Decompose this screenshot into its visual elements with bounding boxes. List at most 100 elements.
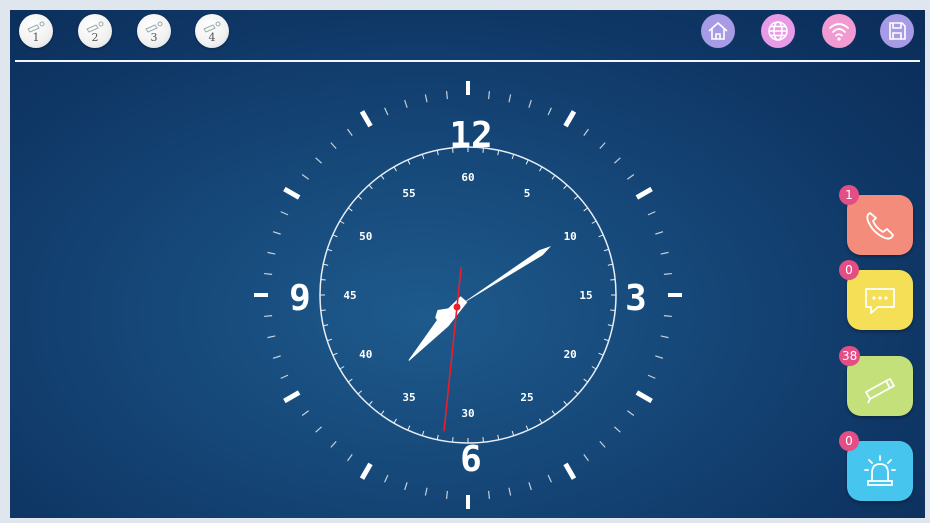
minute-tick xyxy=(547,474,552,483)
message-icon xyxy=(865,288,895,314)
inner-ring-tick xyxy=(573,390,579,395)
minute-tick xyxy=(663,314,672,318)
minute-tick xyxy=(663,272,672,276)
minute-label: 40 xyxy=(359,348,372,361)
minute-tick xyxy=(655,355,664,359)
minute-tick xyxy=(583,128,589,136)
minute-tick xyxy=(347,454,353,462)
minute-tick xyxy=(528,99,532,108)
minute-tick xyxy=(445,91,449,100)
analog-clock: 60 5 10 15 20 25 30 35 40 45 50 55 12 3 6 9 xyxy=(254,81,682,509)
minute-tick xyxy=(599,440,606,448)
camera-icon xyxy=(865,378,895,404)
minute-tick xyxy=(280,374,289,379)
message-count-badge: 0 xyxy=(839,260,859,280)
minute-labels: 60 5 10 15 20 25 30 35 40 45 50 55 xyxy=(343,171,592,420)
inner-ring-tick xyxy=(497,434,500,440)
inner-ring-tick xyxy=(551,174,556,180)
hour-label-6: 6 xyxy=(460,439,482,480)
minute-tick xyxy=(330,142,337,150)
inner-ring-tick xyxy=(591,366,597,370)
hour-label-12: 12 xyxy=(449,115,492,156)
minute-tick xyxy=(404,482,408,491)
minute-tick xyxy=(647,374,656,379)
inner-ring-tick xyxy=(436,434,439,440)
minute-tick xyxy=(613,426,621,433)
minute-tick xyxy=(272,231,281,235)
minute-label: 25 xyxy=(520,391,533,404)
minute-tick xyxy=(599,142,606,150)
minute-tick xyxy=(613,157,621,164)
minute-tick xyxy=(487,91,491,100)
inner-ring-tick xyxy=(598,352,604,356)
inner-ring-tick xyxy=(551,410,556,416)
minute-tick xyxy=(424,94,428,103)
minute-tick xyxy=(445,490,449,499)
minute-tick xyxy=(301,174,309,180)
minute-tick xyxy=(404,99,408,108)
minute-tick xyxy=(315,157,323,164)
message-button[interactable]: 0 xyxy=(839,260,913,330)
minute-tick xyxy=(267,335,276,339)
minute-label: 5 xyxy=(524,187,531,200)
minute-tick xyxy=(528,482,532,491)
minute-label: 15 xyxy=(579,289,592,302)
minute-tick xyxy=(508,94,512,103)
hour-tick xyxy=(283,186,301,200)
inner-ring-tick xyxy=(573,195,579,200)
minute-label: 35 xyxy=(402,391,415,404)
hour-tick xyxy=(563,110,577,128)
minute-tick xyxy=(301,410,309,416)
minute-tick xyxy=(487,490,491,499)
minute-tick xyxy=(424,487,428,496)
hour-tick xyxy=(359,462,373,480)
hour-tick xyxy=(283,390,301,404)
minute-label: 30 xyxy=(461,407,474,420)
minute-tick xyxy=(655,231,664,235)
alarm-icon xyxy=(864,455,896,486)
clock-center xyxy=(453,303,461,311)
minute-tick xyxy=(272,355,281,359)
inner-ring-tick xyxy=(323,324,329,327)
hour-tick xyxy=(359,110,373,128)
hour-label-3: 3 xyxy=(625,278,647,319)
inner-ring-tick xyxy=(497,150,500,156)
minute-tick xyxy=(660,335,669,339)
minute-tick xyxy=(347,128,353,136)
minute-label: 55 xyxy=(402,187,415,200)
clock-inner-ring xyxy=(319,146,617,444)
inner-ring-tick xyxy=(598,234,604,238)
minute-tick xyxy=(583,454,589,462)
alarm-count-badge: 0 xyxy=(839,431,859,451)
minute-tick xyxy=(627,410,635,416)
second-hand xyxy=(443,267,462,432)
hour-tick xyxy=(635,186,653,200)
minute-tick xyxy=(508,487,512,496)
minute-label: 60 xyxy=(461,171,474,184)
inner-ring-tick xyxy=(591,220,597,224)
hour-tick xyxy=(563,462,577,480)
minute-tick xyxy=(384,107,389,116)
minute-hand xyxy=(435,246,552,324)
minute-label: 20 xyxy=(564,348,577,361)
phone-icon xyxy=(866,212,894,240)
minute-tick xyxy=(660,251,669,255)
minute-tick xyxy=(647,211,656,216)
minute-label: 50 xyxy=(359,230,372,243)
alarm-button[interactable]: 0 xyxy=(839,431,913,501)
hour-label-9: 9 xyxy=(289,278,311,319)
minute-tick xyxy=(267,251,276,255)
minute-tick xyxy=(264,272,273,276)
camera-records-button[interactable]: 38 xyxy=(839,346,913,416)
call-button[interactable]: 1 xyxy=(839,185,913,255)
minute-label: 10 xyxy=(564,230,577,243)
minute-tick xyxy=(280,211,289,216)
minute-tick xyxy=(330,440,337,448)
minute-tick xyxy=(315,426,323,433)
inner-ring-tick xyxy=(607,263,613,266)
inner-ring-tick xyxy=(323,263,329,266)
minute-tick xyxy=(627,174,635,180)
records-count-badge: 38 xyxy=(839,346,861,366)
minute-tick xyxy=(384,474,389,483)
inner-ring-tick xyxy=(607,324,613,327)
